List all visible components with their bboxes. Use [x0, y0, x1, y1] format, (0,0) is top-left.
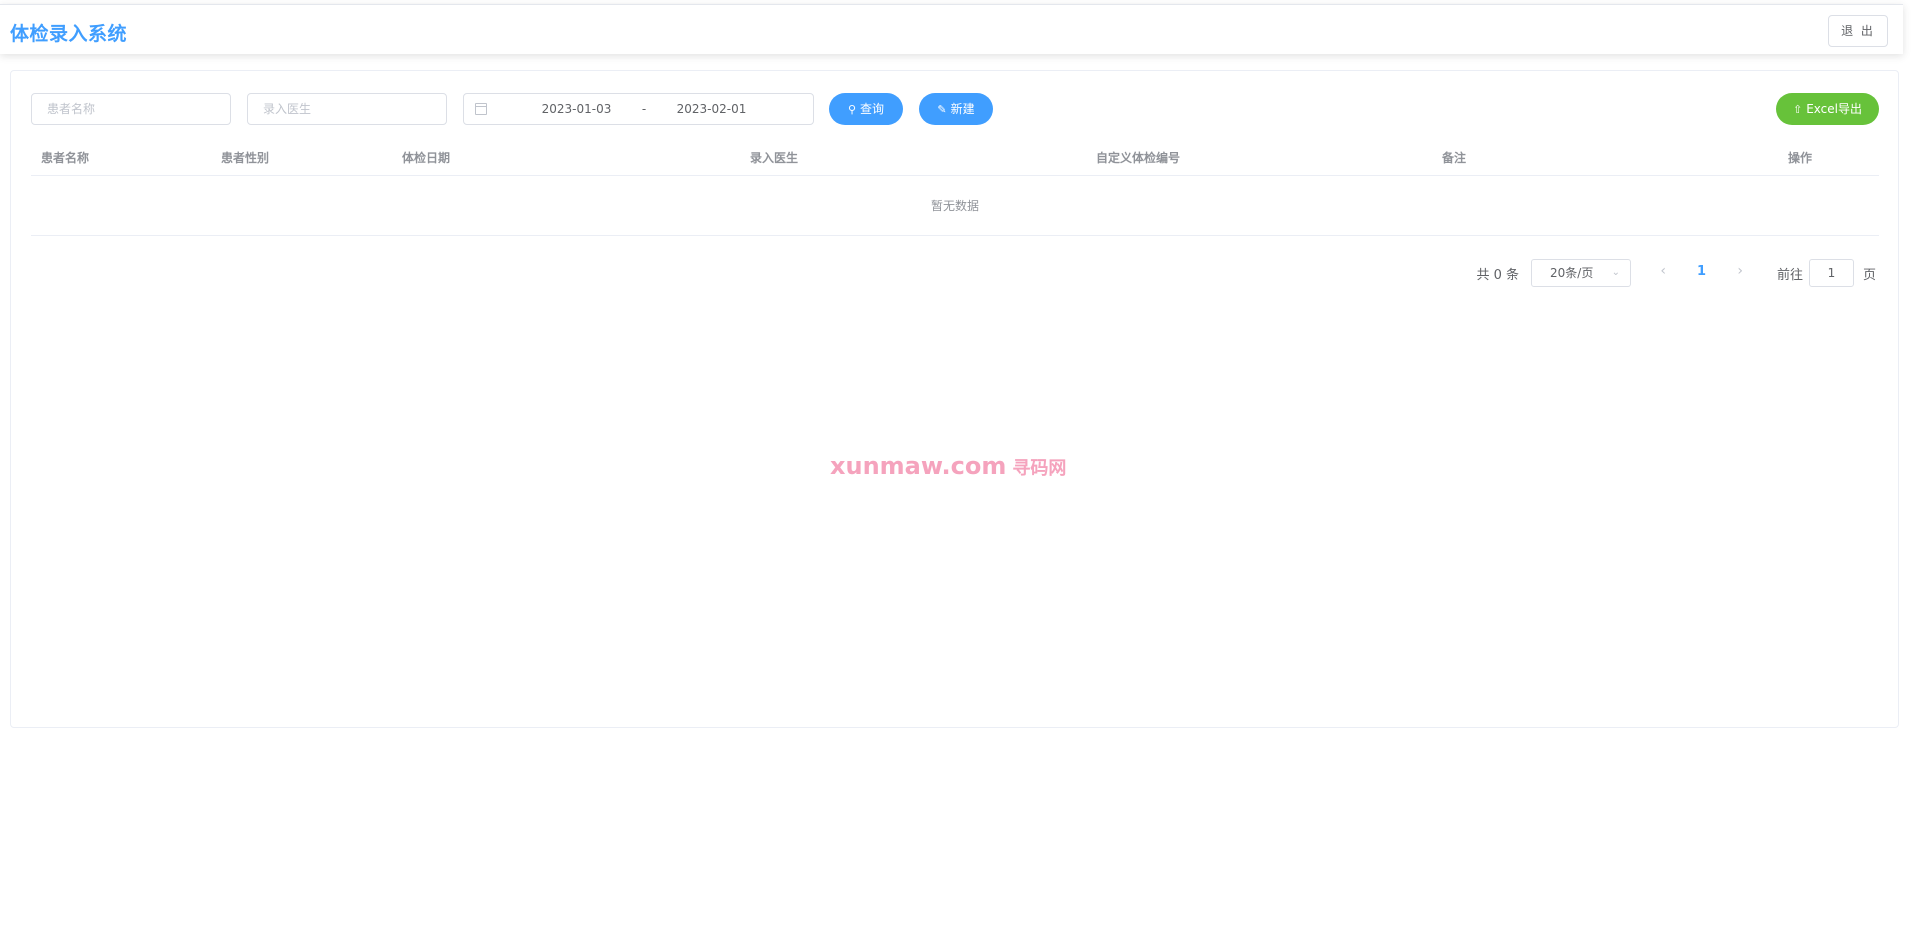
- column-header-doctor: 录入医生: [750, 151, 799, 165]
- doctor-input[interactable]: [247, 93, 447, 125]
- top-header: 体检录入系统 退 出: [0, 4, 1903, 54]
- export-icon: ⇧: [1792, 103, 1803, 116]
- excel-export-label: Excel导出: [1806, 102, 1862, 116]
- main-card: 2023-01-03 - 2023-02-01 ⚲查询 ✎新建 ⇧Excel导出…: [10, 70, 1899, 728]
- page: 体检录入系统 退 出 2023-01-03 - 2023-02-01 ⚲查询 ✎…: [0, 0, 1914, 937]
- logout-button[interactable]: 退 出: [1828, 15, 1888, 47]
- pagination: 共 0 条 20条/页 ⌄ ‹ 1 › 前往 1 页: [1456, 259, 1876, 287]
- goto-label: 前往: [1776, 268, 1803, 283]
- search-button-label: 查询: [860, 102, 885, 116]
- next-page-icon[interactable]: ›: [1737, 263, 1743, 279]
- date-start[interactable]: 2023-01-03: [524, 102, 629, 116]
- chevron-down-icon: ⌄: [1611, 267, 1620, 278]
- page-size-value: 20条/页: [1550, 266, 1594, 280]
- column-header-patient-name: 患者名称: [41, 151, 90, 165]
- excel-export-button[interactable]: ⇧ Excel导出: [1776, 93, 1879, 125]
- table-header: 患者名称 患者性别 体检日期 录入医生 自定义体检编号 备注 操作: [31, 136, 1879, 176]
- column-header-gender: 患者性别: [221, 151, 270, 165]
- patient-name-input[interactable]: [31, 93, 231, 125]
- total-count: 共 0 条: [1476, 268, 1519, 283]
- column-header-exam-date: 体检日期: [402, 151, 451, 165]
- new-button[interactable]: ✎ 新建: [919, 93, 993, 125]
- column-header-custom-id: 自定义体检编号: [1096, 151, 1181, 165]
- search-button[interactable]: ⚲ 查询: [829, 93, 903, 125]
- date-range-picker[interactable]: 2023-01-03 - 2023-02-01: [463, 93, 814, 125]
- watermark-text-cn: 寻码网: [1012, 458, 1067, 479]
- edit-icon: ✎: [937, 103, 947, 116]
- date-separator: -: [641, 102, 647, 116]
- empty-state: 暂无数据: [31, 176, 1879, 236]
- records-table: 患者名称 患者性别 体检日期 录入医生 自定义体检编号 备注 操作 暂无数据: [31, 136, 1879, 236]
- page-size-select[interactable]: 20条/页 ⌄: [1531, 259, 1631, 287]
- new-button-label: 新建: [950, 102, 975, 116]
- column-header-actions: 操作: [1788, 151, 1813, 165]
- app-title: 体检录入系统: [10, 23, 128, 45]
- prev-page-icon[interactable]: ‹: [1660, 263, 1666, 279]
- goto-suffix: 页: [1862, 268, 1876, 283]
- watermark-text: xunmaw.com: [830, 452, 1007, 480]
- calendar-icon: [475, 103, 487, 115]
- search-icon: ⚲: [847, 103, 857, 116]
- page-number-current[interactable]: 1: [1697, 264, 1706, 279]
- watermark: xunmaw.com 寻码网: [830, 452, 1066, 480]
- goto-page-input[interactable]: 1: [1809, 259, 1854, 287]
- date-end[interactable]: 2023-02-01: [659, 102, 764, 116]
- column-header-remarks: 备注: [1442, 151, 1467, 165]
